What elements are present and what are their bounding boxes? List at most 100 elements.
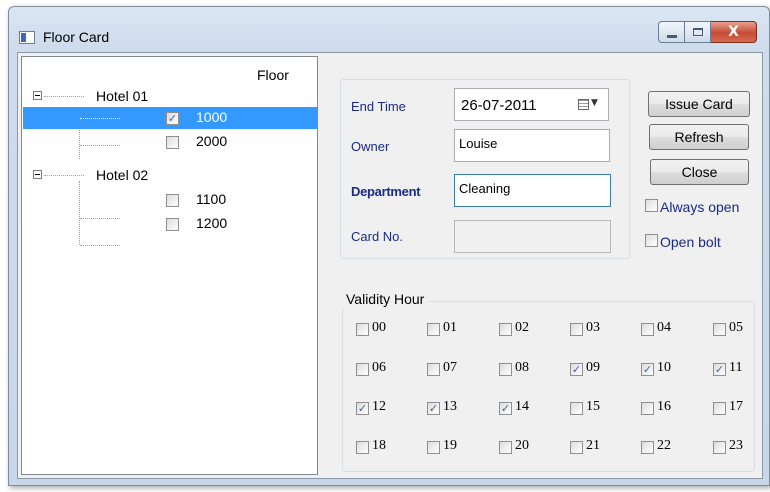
hour-09-label[interactable]: 09 [586, 360, 600, 376]
hour-02-label[interactable]: 02 [515, 320, 529, 336]
always-open-label[interactable]: Always open [660, 199, 739, 215]
validity-hour-title: Validity Hour [340, 291, 429, 307]
hour-15-checkbox[interactable] [570, 402, 583, 415]
tree-node-floor-1100[interactable]: 1100 [196, 191, 226, 207]
hour-11-checkbox[interactable] [713, 363, 726, 376]
hour-18-checkbox[interactable] [356, 441, 369, 454]
refresh-button[interactable]: Refresh [649, 124, 749, 150]
hour-12-checkbox[interactable] [356, 402, 369, 415]
hour-16-checkbox[interactable] [641, 402, 654, 415]
tree-node-hotel-02[interactable]: Hotel 02 [96, 167, 148, 183]
tree-line [80, 218, 120, 219]
hour-20-label[interactable]: 20 [515, 438, 529, 454]
window-title: Floor Card [43, 29, 110, 45]
floor-1100-checkbox[interactable] [166, 194, 179, 207]
hour-10-checkbox[interactable] [641, 363, 654, 376]
hour-23-checkbox[interactable] [713, 441, 726, 454]
hour-15-label[interactable]: 15 [586, 399, 600, 415]
tree-line [79, 181, 80, 245]
end-time-label: End Time [351, 99, 406, 114]
hour-10-label[interactable]: 10 [657, 360, 671, 376]
end-time-datepicker[interactable]: 26-07-2011 ▼ [454, 88, 609, 121]
hour-06-label[interactable]: 06 [372, 360, 386, 376]
hour-19-label[interactable]: 19 [443, 438, 457, 454]
hour-01-checkbox[interactable] [427, 323, 440, 336]
maximize-icon [692, 28, 703, 36]
tree-node-hotel-01[interactable]: Hotel 01 [96, 88, 148, 104]
open-bolt-checkbox[interactable] [645, 234, 658, 247]
hour-13-checkbox[interactable] [427, 402, 440, 415]
hour-01-label[interactable]: 01 [443, 320, 457, 336]
maximize-button[interactable] [685, 21, 711, 43]
department-field[interactable]: Cleaning [454, 174, 611, 207]
hour-20-checkbox[interactable] [499, 441, 512, 454]
tree-line [80, 145, 120, 146]
hour-11-label[interactable]: 11 [729, 360, 742, 376]
collapse-icon[interactable] [33, 91, 42, 100]
hour-18-label[interactable]: 18 [372, 438, 386, 454]
hour-04-checkbox[interactable] [641, 323, 654, 336]
tree-line [44, 175, 84, 176]
chevron-down-icon: ▼ [591, 98, 598, 108]
department-label: Department [351, 184, 421, 199]
hour-00-checkbox[interactable] [356, 323, 369, 336]
hour-17-label[interactable]: 17 [729, 399, 743, 415]
close-button[interactable]: Close [650, 159, 749, 185]
title-bar[interactable]: Floor Card X [9, 7, 769, 51]
minimize-icon [666, 34, 677, 38]
owner-field[interactable]: Louise [454, 129, 610, 162]
app-icon [19, 31, 35, 44]
hour-07-label[interactable]: 07 [443, 360, 457, 376]
hour-21-checkbox[interactable] [570, 441, 583, 454]
hour-22-checkbox[interactable] [641, 441, 654, 454]
always-open-checkbox[interactable] [645, 199, 658, 212]
client-area: Floor Hotel 01 1000 2000 Hotel 02 1100 [17, 52, 763, 479]
tree-line [80, 118, 120, 119]
hour-03-checkbox[interactable] [570, 323, 583, 336]
owner-label: Owner [351, 139, 390, 154]
hour-12-label[interactable]: 12 [372, 399, 386, 415]
hour-08-label[interactable]: 08 [515, 360, 529, 376]
hour-06-checkbox[interactable] [356, 363, 369, 376]
hour-00-label[interactable]: 00 [372, 320, 386, 336]
tree-node-floor-2000[interactable]: 2000 [196, 133, 227, 149]
hour-23-label[interactable]: 23 [729, 438, 743, 454]
collapse-icon[interactable] [33, 170, 42, 179]
floor-1200-checkbox[interactable] [166, 218, 179, 231]
hour-21-label[interactable]: 21 [586, 438, 600, 454]
floor-2000-checkbox[interactable] [166, 136, 179, 149]
hour-04-label[interactable]: 04 [657, 320, 671, 336]
validity-hour-group [342, 301, 755, 472]
hour-03-label[interactable]: 03 [586, 320, 600, 336]
card-no-label: Card No. [351, 229, 404, 244]
floor-card-window: Floor Card X Floor Hotel 01 1000 [8, 6, 770, 486]
card-no-field[interactable] [454, 220, 611, 253]
hour-14-checkbox[interactable] [499, 402, 512, 415]
hour-22-label[interactable]: 22 [657, 438, 671, 454]
floor-1000-checkbox[interactable] [166, 112, 179, 125]
issue-card-button[interactable]: Issue Card [648, 91, 750, 117]
hour-08-checkbox[interactable] [499, 363, 512, 376]
close-icon: X [728, 24, 739, 40]
hour-02-checkbox[interactable] [499, 323, 512, 336]
floor-tree[interactable]: Floor Hotel 01 1000 2000 Hotel 02 1100 [21, 56, 318, 475]
close-window-button[interactable]: X [711, 21, 757, 43]
hour-17-checkbox[interactable] [713, 402, 726, 415]
open-bolt-label[interactable]: Open bolt [660, 234, 721, 250]
tree-node-floor-1000[interactable]: 1000 [196, 109, 227, 125]
hour-16-label[interactable]: 16 [657, 399, 671, 415]
hour-09-checkbox[interactable] [570, 363, 583, 376]
calendar-dropdown-icon[interactable]: ▼ [578, 98, 602, 112]
minimize-button[interactable] [658, 21, 685, 43]
tree-node-floor-1200[interactable]: 1200 [196, 215, 227, 231]
hour-14-label[interactable]: 14 [515, 399, 529, 415]
hour-05-checkbox[interactable] [713, 323, 726, 336]
tree-line [44, 96, 84, 97]
end-time-value: 26-07-2011 [461, 97, 537, 114]
hour-05-label[interactable]: 05 [729, 320, 743, 336]
tree-header: Floor [257, 67, 289, 83]
hour-19-checkbox[interactable] [427, 441, 440, 454]
calendar-icon [578, 99, 589, 110]
hour-07-checkbox[interactable] [427, 363, 440, 376]
hour-13-label[interactable]: 13 [443, 399, 457, 415]
